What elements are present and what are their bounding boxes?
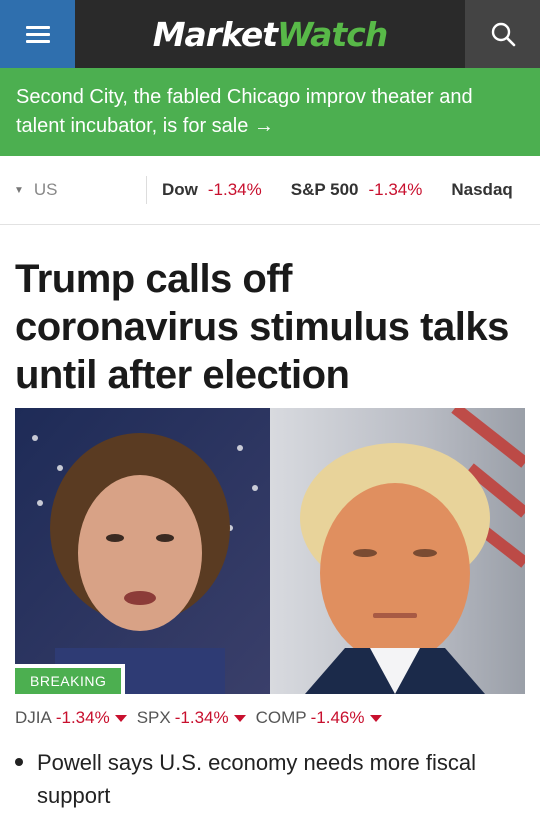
caret-down-icon: ▼: [14, 184, 24, 196]
banner-link[interactable]: Second City, the fabled Chicago improv t…: [16, 83, 524, 141]
menu-button[interactable]: [0, 0, 75, 68]
region-label: US: [33, 180, 58, 199]
ticker-item-dow[interactable]: Dow -1.34%: [162, 180, 262, 200]
market-item-djia[interactable]: DJIA -1.34%: [15, 708, 127, 728]
related-story-link[interactable]: Powell says U.S. economy needs more fisc…: [37, 746, 524, 812]
ticker-name: Dow: [162, 180, 198, 199]
top-navigation-bar: MarketWatch: [0, 0, 540, 68]
logo-text-watch: Watch: [277, 14, 388, 54]
article-headline[interactable]: Trump calls off coronavirus stimulus tal…: [15, 255, 524, 399]
promo-banner: Second City, the fabled Chicago improv t…: [0, 68, 540, 156]
related-story: Powell says U.S. economy needs more fisc…: [15, 746, 524, 812]
market-summary: DJIA -1.34% SPX -1.34% COMP -1.46%: [15, 708, 525, 728]
ticker-fade-overlay: [510, 156, 540, 224]
ticker-item-sp500[interactable]: S&P 500 -1.34%: [291, 180, 423, 200]
market-item-comp[interactable]: COMP -1.46%: [256, 708, 382, 728]
down-arrow-icon: [369, 714, 382, 722]
market-change: -1.34%: [55, 708, 110, 727]
market-change: -1.46%: [310, 708, 365, 727]
breaking-badge: BREAKING: [15, 664, 126, 694]
search-button[interactable]: [465, 0, 540, 68]
market-name: DJIA: [15, 708, 52, 727]
ticker-change: -1.34%: [368, 180, 423, 199]
logo-text-market: Market: [152, 14, 278, 54]
breaking-label: BREAKING: [15, 668, 122, 694]
search-icon: [491, 22, 515, 47]
market-name: COMP: [255, 708, 307, 727]
hamburger-menu-icon: [25, 22, 50, 47]
down-arrow-icon: [114, 714, 127, 722]
market-name: SPX: [136, 708, 171, 727]
region-selector[interactable]: ▼ US: [0, 176, 147, 204]
ticker-change: -1.34%: [207, 180, 262, 199]
bullet-icon: [15, 758, 23, 766]
article-photo[interactable]: BREAKING: [15, 408, 525, 694]
market-item-spx[interactable]: SPX -1.34%: [137, 708, 246, 728]
marketwatch-logo[interactable]: MarketWatch: [75, 0, 465, 68]
down-arrow-icon: [233, 714, 246, 722]
ticker-name: Nasdaq: [451, 180, 513, 199]
article-photo-image: [15, 408, 525, 694]
market-ticker: ▼ US Dow -1.34% S&P 500 -1.34% Nasdaq: [0, 156, 540, 225]
market-change: -1.34%: [174, 708, 229, 727]
ticker-name: S&P 500: [290, 180, 359, 199]
